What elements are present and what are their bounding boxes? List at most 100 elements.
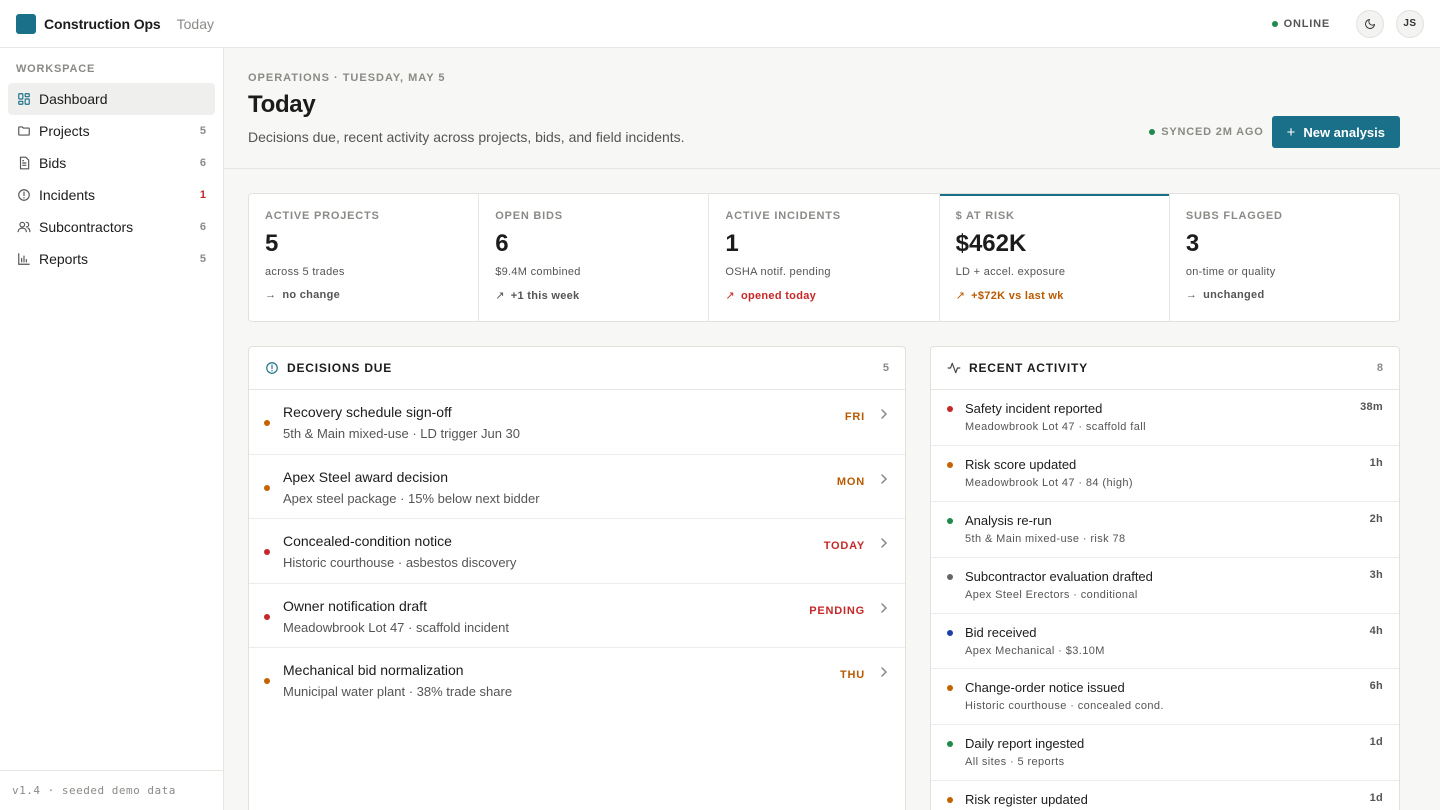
arrow-up-right-icon: ↗ — [955, 290, 966, 302]
kpi-value: 3 — [1185, 230, 1200, 257]
sidebar-item-reports[interactable]: Reports 5 — [8, 243, 215, 275]
activity-time: 3h — [1369, 568, 1383, 581]
activity-item[interactable]: Bid received Apex Mechanical · $3.10M 4h — [931, 614, 1399, 670]
kpi-strip: ACTIVE PROJECTS 5 across 5 trades → no c… — [248, 193, 1400, 322]
kpi-subtext: LD + accel. exposure — [955, 266, 1066, 278]
decisions-count: 5 — [882, 362, 889, 374]
activity-title: Bid received — [965, 624, 1037, 640]
sidebar-item-incidents[interactable]: Incidents 1 — [8, 179, 215, 211]
decision-row[interactable]: Apex Steel award decision Apex steel pac… — [249, 455, 905, 519]
activity-item[interactable]: Subcontractor evaluation drafted Apex St… — [931, 558, 1399, 614]
app-name[interactable]: Construction Ops — [44, 16, 161, 32]
sidebar-item-subcontractors[interactable]: Subcontractors 6 — [8, 211, 215, 243]
activity-text: Safety incident reported Meadowbrook Lot… — [965, 401, 1360, 433]
decision-title: Recovery schedule sign-off — [283, 404, 452, 420]
activity-panel-header: RECENT ACTIVITY 8 — [931, 347, 1399, 390]
sidebar-item-bids[interactable]: Bids 6 — [8, 147, 215, 179]
kpi-delta: ↗ +1 this week — [495, 289, 692, 303]
activity-item[interactable]: Risk score updated Meadowbrook Lot 47 · … — [931, 446, 1399, 502]
theme-toggle-button[interactable] — [1356, 9, 1384, 38]
activity-dot — [947, 685, 953, 692]
sidebar-item-count: 1 — [199, 189, 206, 201]
sidebar-section-label: WORKSPACE — [16, 63, 96, 75]
kpi-subtext: OSHA notif. pending — [725, 266, 831, 278]
activity-item[interactable]: Daily report ingested All sites · 5 repo… — [931, 725, 1399, 782]
folder-icon — [17, 124, 31, 138]
decision-text: Apex Steel award decision Apex steel pac… — [283, 469, 837, 506]
activity-dot — [947, 629, 953, 636]
decision-meta: Meadowbrook Lot 47 · scaffold incident — [283, 619, 509, 635]
sidebar-item-label: Dashboard — [39, 91, 108, 107]
priority-dot — [264, 549, 270, 555]
new-analysis-button[interactable]: + New analysis — [1271, 116, 1400, 148]
kpi-delta: ↗ +$72K vs last wk — [955, 289, 1153, 303]
user-avatar[interactable]: JS — [1396, 9, 1424, 38]
arrow-up-right-icon: ↗ — [495, 290, 505, 302]
activity-time: 1d — [1369, 736, 1383, 749]
activity-item[interactable]: Safety incident reported Meadowbrook Lot… — [931, 390, 1399, 446]
kpi-delta-text: +1 this week — [510, 289, 580, 302]
activity-title: Daily report ingested — [965, 736, 1085, 752]
kpi-open-bids[interactable]: OPEN BIDS 6 $9.4M combined ↗ +1 this wee… — [479, 194, 710, 321]
decision-due: PENDING — [809, 604, 865, 617]
decision-row[interactable]: Concealed-condition notice Historic cour… — [249, 519, 905, 584]
kpi-active-projects[interactable]: ACTIVE PROJECTS 5 across 5 trades → no c… — [249, 194, 480, 321]
activity-title: Analysis re-run — [965, 512, 1052, 528]
activity-meta: Apex Mechanical · $3.10M — [965, 644, 1105, 657]
activity-meta: Meadowbrook Lot 47 · 84 (high) — [965, 476, 1133, 489]
decision-row[interactable]: Owner notification draft Meadowbrook Lot… — [249, 584, 905, 648]
activity-item[interactable]: Analysis re-run 5th & Main mixed-use · r… — [931, 502, 1399, 558]
activity-panel-title: RECENT ACTIVITY — [969, 361, 1088, 375]
kpi-active-incidents[interactable]: ACTIVE INCIDENTS 1 OSHA notif. pending ↗… — [709, 194, 940, 321]
kpi-value: 6 — [495, 230, 509, 257]
decision-due: THU — [839, 669, 865, 681]
sidebar-item-count: 6 — [199, 221, 206, 233]
main-content: OPERATIONS · TUESDAY, MAY 5 Today Decisi… — [224, 48, 1440, 810]
arrow-right-icon: → — [265, 289, 277, 301]
new-analysis-label: New analysis — [1303, 124, 1385, 140]
decision-text: Concealed-condition notice Historic cour… — [283, 533, 824, 570]
recent-activity-panel: RECENT ACTIVITY 8 Safety incident report… — [930, 346, 1400, 810]
sidebar-item-projects[interactable]: Projects 5 — [8, 115, 215, 147]
chevron-right-icon — [879, 473, 889, 485]
decision-title: Apex Steel award decision — [283, 468, 448, 485]
activity-title: Change-order notice issued — [965, 680, 1125, 696]
users-icon — [17, 220, 31, 234]
chevron-right-icon — [879, 602, 889, 614]
activity-text: Risk register updated — [965, 792, 1370, 810]
sidebar-item-label: Bids — [39, 155, 67, 171]
activity-title: Subcontractor evaluation drafted — [965, 568, 1153, 584]
kpi-delta-text: no change — [282, 289, 341, 301]
decision-due: TODAY — [823, 540, 865, 552]
kpi-dollars-at-risk[interactable]: $ AT RISK $462K LD + accel. exposure ↗ +… — [939, 194, 1170, 321]
activity-text: Risk score updated Meadowbrook Lot 47 · … — [965, 457, 1370, 489]
sidebar-item-label: Subcontractors — [39, 219, 134, 235]
online-status-text: ONLINE — [1283, 17, 1330, 30]
kpi-subs-flagged[interactable]: SUBS FLAGGED 3 on-time or quality → unch… — [1170, 194, 1399, 321]
decision-row[interactable]: Mechanical bid normalization Municipal w… — [249, 648, 905, 713]
arrow-up-right-icon: ↗ — [725, 290, 735, 302]
sidebar-item-count: 5 — [199, 253, 206, 265]
decision-row[interactable]: Recovery schedule sign-off 5th & Main mi… — [249, 390, 905, 455]
activity-title: Risk score updated — [965, 456, 1077, 472]
dashboard-icon — [17, 92, 31, 106]
page-title: Today — [248, 91, 316, 118]
app-logo[interactable] — [16, 13, 36, 34]
priority-dot — [264, 484, 270, 491]
sidebar-item-dashboard[interactable]: Dashboard — [8, 83, 215, 115]
decisions-due-panel: DECISIONS DUE 5 Recovery schedule sign-o… — [248, 346, 906, 810]
kpi-delta: → unchanged — [1186, 289, 1383, 301]
activity-dot — [947, 406, 953, 412]
moon-icon — [1364, 18, 1376, 30]
activity-time: 6h — [1369, 680, 1383, 693]
breadcrumb: Today — [176, 15, 214, 32]
priority-dot — [264, 613, 270, 620]
sidebar-item-label: Projects — [39, 123, 90, 139]
activity-item[interactable]: Change-order notice issued Historic cour… — [931, 669, 1399, 726]
kpi-label: ACTIVE INCIDENTS — [725, 210, 841, 222]
plus-icon: + — [1286, 123, 1296, 141]
page-header: OPERATIONS · TUESDAY, MAY 5 Today Decisi… — [224, 48, 1440, 169]
kpi-delta-text: opened today — [740, 289, 817, 302]
activity-item[interactable]: Risk register updated 1d — [931, 781, 1399, 810]
decision-title: Mechanical bid normalization — [283, 662, 464, 678]
